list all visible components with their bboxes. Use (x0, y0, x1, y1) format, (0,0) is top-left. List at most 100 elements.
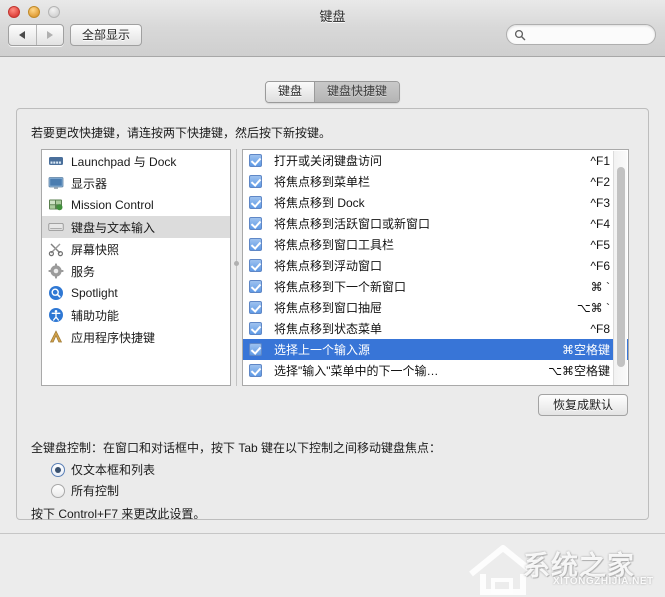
divider-line (236, 149, 237, 386)
radio-indicator[interactable] (51, 483, 65, 498)
category-list[interactable]: Launchpad 与 Dock 显示器 Mission Control 键盘与… (41, 149, 231, 386)
row-checkbox[interactable] (249, 217, 262, 230)
launchpad-dock-icon (48, 153, 64, 169)
row-checkbox[interactable] (249, 154, 262, 167)
sidebar-item-label: 辅助功能 (71, 308, 120, 323)
row-checkbox[interactable] (249, 301, 262, 314)
spotlight-icon (48, 285, 64, 301)
divider-handle[interactable] (234, 261, 239, 266)
row-checkbox[interactable] (249, 280, 262, 293)
shortcut-label: 打开或关闭键盘访问 (274, 154, 383, 168)
shortcut-label: 选择"输入"菜单中的下一个输… (274, 364, 439, 378)
sidebar-item-launchpad-dock[interactable]: Launchpad 与 Dock (42, 150, 230, 172)
sidebar-item-app-shortcuts[interactable]: 应用程序快捷键 (42, 326, 230, 348)
table-row[interactable]: 将焦点移到菜单栏 ^F2 (243, 171, 628, 192)
window-titlebar: 键盘 全部显示 (0, 0, 665, 57)
back-button[interactable] (9, 25, 37, 45)
shortcut-key[interactable]: ^F3 (590, 196, 610, 210)
table-row[interactable]: 将焦点移到 Dock ^F3 (243, 192, 628, 213)
table-row[interactable]: 打开或关闭键盘访问 ^F1 (243, 150, 628, 171)
keyboard-icon (48, 219, 64, 235)
app-shortcuts-icon (48, 329, 64, 345)
shortcut-label: 将焦点移到菜单栏 (274, 175, 371, 189)
row-checkbox[interactable] (249, 175, 262, 188)
shortcut-key[interactable]: ^F2 (590, 175, 610, 189)
sidebar-item-mission-control[interactable]: Mission Control (42, 194, 230, 216)
table-row[interactable]: 将焦点移到窗口抽屉 ⌥⌘ ` (243, 297, 628, 318)
shortcut-key[interactable]: ^F1 (590, 154, 610, 168)
search-icon (514, 29, 526, 41)
sidebar-item-label: 显示器 (71, 176, 108, 191)
full-keyboard-control-label: 全键盘控制：在窗口和对话框中，按下 Tab 键在以下控制之间移动键盘焦点： (31, 441, 442, 455)
tab-keyboard-shortcuts[interactable]: 键盘快捷键 (314, 82, 400, 102)
shortcut-label: 将焦点移到浮动窗口 (274, 259, 383, 273)
row-checkbox[interactable] (249, 322, 262, 335)
sidebar-item-label: Mission Control (71, 198, 154, 212)
shortcut-key[interactable]: ^F8 (590, 322, 610, 336)
shortcut-key[interactable]: ⌥⌘空格键 (548, 362, 610, 379)
window-bottom-bar (0, 533, 665, 597)
shortcut-table[interactable]: 打开或关闭键盘访问 ^F1 将焦点移到菜单栏 ^F2 将焦点移到 Dock ^F… (242, 149, 629, 386)
shortcut-key[interactable]: ⌥⌘ ` (577, 301, 610, 315)
table-row[interactable]: 将焦点移到下一个新窗口 ⌘ ` (243, 276, 628, 297)
hint-text: 若要更改快捷键，请连按两下快捷键，然后按下新按键。 (31, 126, 332, 140)
scrollbar-thumb[interactable] (617, 167, 625, 367)
search-field[interactable] (506, 24, 656, 45)
show-all-button[interactable]: 全部显示 (70, 24, 143, 46)
shortcut-key[interactable]: ^F4 (590, 217, 610, 231)
list-scrollbar[interactable] (613, 151, 627, 385)
restore-defaults-button[interactable]: 恢复成默认 (537, 394, 628, 416)
radio-option-text-boxes-lists[interactable]: 仅文本框和列表 (51, 461, 155, 478)
sidebar-item-spotlight[interactable]: Spotlight (42, 282, 230, 304)
shortcut-label: 选择上一个输入源 (274, 343, 371, 357)
shortcut-label: 将焦点移到窗口工具栏 (274, 238, 395, 252)
shortcut-key[interactable]: ^F5 (590, 238, 610, 252)
navigation-segmented-control[interactable] (8, 24, 64, 46)
sidebar-item-label: Spotlight (71, 286, 118, 300)
shortcut-key[interactable]: ⌘空格键 (562, 341, 610, 358)
sidebar-item-accessibility[interactable]: 辅助功能 (42, 304, 230, 326)
radio-indicator[interactable] (51, 462, 65, 477)
sidebar-item-screenshot[interactable]: 屏幕快照 (42, 238, 230, 260)
sidebar-item-label: 屏幕快照 (71, 242, 120, 257)
accessibility-icon (48, 307, 64, 323)
split-view-divider[interactable] (232, 149, 242, 386)
sidebar-item-keyboard-text-input[interactable]: 键盘与文本输入 (42, 216, 230, 238)
radio-label: 所有控制 (71, 484, 120, 498)
table-row[interactable]: 将焦点移到浮动窗口 ^F6 (243, 255, 628, 276)
control-f7-note: 按下 Control+F7 来更改此设置。 (31, 507, 206, 521)
search-input[interactable] (529, 27, 653, 45)
shortcut-label: 将焦点移到窗口抽屉 (274, 301, 383, 315)
sidebar-item-label: 键盘与文本输入 (71, 220, 156, 235)
table-row-selected[interactable]: 选择上一个输入源 ⌘空格键 (243, 339, 628, 360)
triangle-right-icon (46, 31, 53, 39)
shortcut-key[interactable]: ^F6 (590, 259, 610, 273)
forward-button (37, 25, 64, 45)
table-row[interactable]: 将焦点移到活跃窗口或新窗口 ^F4 (243, 213, 628, 234)
tab-bar: 键盘 键盘快捷键 (265, 81, 401, 103)
shortcuts-panel: 若要更改快捷键，请连按两下快捷键，然后按下新按键。 Launchpad 与 Do… (16, 108, 649, 521)
services-gear-icon (48, 263, 64, 279)
row-checkbox[interactable] (249, 259, 262, 272)
sidebar-item-display[interactable]: 显示器 (42, 172, 230, 194)
shortcut-label: 将焦点移到活跃窗口或新窗口 (274, 217, 431, 231)
row-checkbox[interactable] (249, 364, 262, 377)
tab-keyboard[interactable]: 键盘 (266, 82, 315, 102)
sidebar-item-label: Launchpad 与 Dock (71, 154, 177, 169)
shortcut-key[interactable]: ⌘ ` (591, 280, 610, 294)
screenshot-icon (48, 241, 64, 257)
table-row[interactable]: 将焦点移到窗口工具栏 ^F5 (243, 234, 628, 255)
sidebar-item-label: 应用程序快捷键 (71, 330, 156, 345)
shortcut-label: 将焦点移到状态菜单 (274, 322, 383, 336)
sidebar-item-services[interactable]: 服务 (42, 260, 230, 282)
window-title: 键盘 (319, 9, 346, 24)
sidebar-item-label: 服务 (71, 264, 96, 279)
keyboard-preferences-window: 键盘 全部显示 键盘 键盘快捷键 若要更改快捷键，请连按两下快捷键，然后按下新按… (0, 0, 665, 597)
table-row[interactable]: 将焦点移到状态菜单 ^F8 (243, 318, 628, 339)
table-row[interactable]: 选择"输入"菜单中的下一个输… ⌥⌘空格键 (243, 360, 628, 381)
radio-option-all-controls[interactable]: 所有控制 (51, 482, 119, 499)
row-checkbox[interactable] (249, 343, 262, 356)
row-checkbox[interactable] (249, 196, 262, 209)
row-checkbox[interactable] (249, 238, 262, 251)
split-view: Launchpad 与 Dock 显示器 Mission Control 键盘与… (41, 149, 629, 386)
